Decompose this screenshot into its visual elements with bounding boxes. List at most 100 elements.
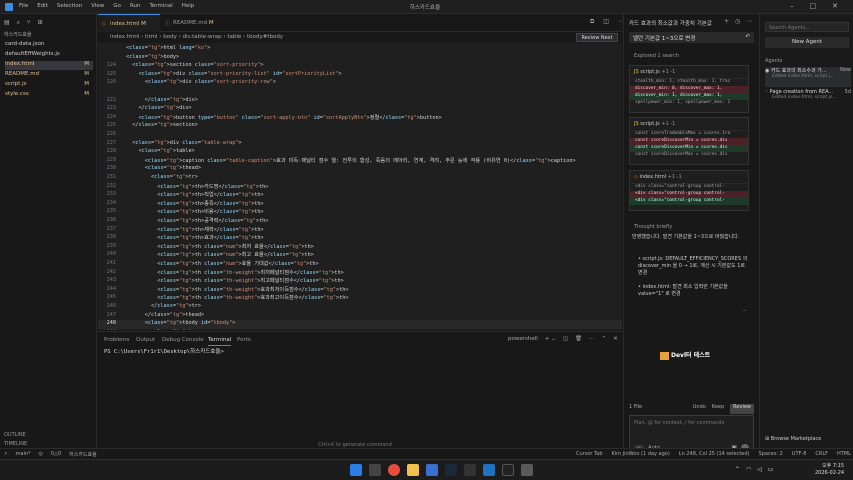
- file-explorer-icon[interactable]: [407, 464, 419, 476]
- tab-ports[interactable]: Ports: [237, 337, 251, 343]
- workspace-name[interactable]: 하스카드효율: [69, 451, 97, 458]
- system-clock[interactable]: 오후 7:15 2026-02-24: [815, 463, 844, 477]
- code-line[interactable]: 124 <class="tg">section class="sort-prio…: [98, 62, 622, 71]
- diff-icon[interactable]: ⧉: [590, 18, 594, 26]
- split-terminal-icon[interactable]: ◫: [563, 336, 568, 342]
- undo-button[interactable]: Undo: [693, 404, 706, 414]
- keep-button[interactable]: Keep: [712, 404, 724, 414]
- tab-readme[interactable]: ⓘ README.md M: [161, 14, 231, 32]
- file-item[interactable]: script.js M: [5, 81, 93, 90]
- cursor-position[interactable]: Ln 248, Col 25 (14 selected): [679, 451, 750, 457]
- menu-go[interactable]: Go: [113, 3, 121, 9]
- code-line[interactable]: 238 <class="tg">th>효과</class="tg">th>: [98, 234, 622, 243]
- code-line[interactable]: 249 <class="tg">tr>: [98, 329, 622, 330]
- files-changed[interactable]: 1 File: [629, 404, 642, 414]
- code-line[interactable]: 240 <class="tg">th class="num">최고 효율</cl…: [98, 251, 622, 260]
- agent-item[interactable]: ◦ Page creation from REA... 5d Edited ind…: [765, 89, 851, 109]
- chrome-icon[interactable]: [388, 464, 400, 476]
- minimize-icon[interactable]: –: [790, 2, 794, 10]
- code-line[interactable]: 246 </class="tg">tr>: [98, 303, 622, 312]
- git-branch[interactable]: main*: [16, 451, 31, 458]
- file-item-active[interactable]: index.html M: [5, 61, 93, 70]
- code-line[interactable]: 229 <class="tg">caption class="table-cap…: [98, 157, 622, 166]
- code-line[interactable]: 247 </class="tg">thead>: [98, 312, 622, 321]
- explorer-folder-name[interactable]: 하스카드효율: [4, 31, 32, 38]
- diff-card-script-1[interactable]: JS script.js +1 -1 stealth_min: 1, steal…: [629, 65, 749, 113]
- code-line[interactable]: 222 </class="tg">div>: [98, 97, 622, 106]
- code-line[interactable]: 126 <class="tg">div class="sort-priority…: [98, 79, 622, 88]
- extensions-icon[interactable]: ⊞: [38, 19, 43, 27]
- undo-icon[interactable]: ↶: [745, 34, 750, 40]
- code-line[interactable]: 233 <class="tg">th>직업</class="tg">th>: [98, 191, 622, 200]
- files-icon[interactable]: ▤: [4, 19, 10, 27]
- store-icon[interactable]: [426, 464, 438, 476]
- source-control-icon[interactable]: ⑂: [27, 19, 31, 27]
- code-line[interactable]: [98, 88, 622, 97]
- menu-run[interactable]: Run: [130, 3, 141, 9]
- code-line[interactable]: 230 <class="tg">thead>: [98, 165, 622, 174]
- code-line[interactable]: 248 <class="tg">tbody id="tbody">: [98, 320, 622, 329]
- file-item[interactable]: card-data.json: [5, 41, 93, 50]
- code-line[interactable]: 234 <class="tg">th>종족</class="tg">th>: [98, 200, 622, 209]
- terminal-prompt[interactable]: PS C:\Users\Fr1r1\Desktop\하스카드효율>: [104, 347, 224, 355]
- battery-icon[interactable]: ▭: [768, 466, 774, 473]
- code-line[interactable]: 232 <class="tg">th>카드명</class="tg">th>: [98, 183, 622, 192]
- wifi-icon[interactable]: ◠: [746, 466, 751, 473]
- language-mode[interactable]: HTML: [837, 451, 851, 457]
- more-icon[interactable]: ⋯: [589, 336, 595, 342]
- code-line[interactable]: 241 <class="tg">th class="num">효율 기대값</c…: [98, 260, 622, 269]
- code-line[interactable]: 243 <class="tg">th class="th-weight">최고페…: [98, 277, 622, 286]
- file-item[interactable]: README.md M: [5, 71, 93, 80]
- close-icon[interactable]: ✕: [832, 2, 838, 10]
- code-line[interactable]: 237 <class="tg">th>체력</class="tg">th>: [98, 226, 622, 235]
- code-line[interactable]: 239 <class="tg">th class="num">최저 효율</cl…: [98, 243, 622, 252]
- menu-file[interactable]: File: [19, 3, 28, 9]
- line-ending[interactable]: CRLF: [815, 451, 828, 457]
- start-icon[interactable]: [350, 464, 362, 476]
- menu-terminal[interactable]: Terminal: [149, 3, 172, 9]
- problems-count[interactable]: 0△0: [51, 451, 61, 458]
- code-line[interactable]: <class="tg">body>: [98, 54, 622, 63]
- app-icon[interactable]: [464, 464, 476, 476]
- more-icon[interactable]: ⋯: [746, 18, 752, 25]
- code-line[interactable]: 223 </class="tg">div>: [98, 105, 622, 114]
- outline-section[interactable]: OUTLINE: [4, 432, 26, 438]
- code-line[interactable]: 242 <class="tg">th class="th-weight">최저페…: [98, 269, 622, 278]
- agent-item[interactable]: ◉ 카드 효과의 최소수과 가... Now Edited index.html,…: [765, 67, 851, 87]
- diff-card-script-2[interactable]: JS script.js +1 -1 const scoreTradeableM…: [629, 117, 749, 165]
- trash-icon[interactable]: 🗑: [575, 336, 582, 342]
- chevron-up-icon[interactable]: ⌃: [735, 466, 740, 473]
- code-line[interactable]: 228 <class="tg">table>: [98, 148, 622, 157]
- code-line[interactable]: 125 <class="tg">div class="sort-priority…: [98, 71, 622, 80]
- steam-icon[interactable]: [445, 464, 457, 476]
- diff-card-index-html[interactable]: ◇ index.html +1 -1 <div class="control-g…: [629, 170, 749, 211]
- more-icon[interactable]: ⋯: [742, 308, 747, 314]
- timeline-section[interactable]: TIMELINE: [4, 441, 27, 447]
- search-icon[interactable]: ⌕: [17, 19, 20, 27]
- terminal-shell[interactable]: powershell: [508, 336, 538, 342]
- maximize-icon[interactable]: □: [810, 2, 817, 10]
- code-line[interactable]: 244 <class="tg">th class="th-weight">효과최…: [98, 286, 622, 295]
- breadcrumb[interactable]: index.html › html › body › div.table-wra…: [110, 34, 283, 40]
- code-editor[interactable]: <class="tg">html lang="ko"> <class="tg">b…: [98, 43, 622, 330]
- code-line[interactable]: 231 <class="tg">tr>: [98, 174, 622, 183]
- terminal-app-icon[interactable]: [521, 464, 533, 476]
- code-line[interactable]: 226: [98, 131, 622, 140]
- browse-marketplace-link[interactable]: ⊞ Browse Marketplace: [765, 436, 821, 442]
- add-terminal-icon[interactable]: + ⌄: [545, 336, 556, 342]
- chat-task-title[interactable]: 밸런 기본값 1~3으로 변경 ↶: [629, 32, 754, 43]
- cursor-tab-status[interactable]: Cursor Tab: [576, 451, 603, 457]
- menu-selection[interactable]: Selection: [57, 3, 82, 9]
- review-button[interactable]: Review: [730, 404, 754, 414]
- menu-edit[interactable]: Edit: [37, 3, 48, 9]
- code-line[interactable]: 225 </class="tg">section>: [98, 122, 622, 131]
- review-next-file-button[interactable]: Review Next File: [576, 33, 618, 49]
- menu-view[interactable]: View: [91, 3, 104, 9]
- tab-output[interactable]: Output: [136, 337, 155, 343]
- tab-index-html[interactable]: ◇ index.html M: [98, 14, 160, 32]
- close-panel-icon[interactable]: ✕: [613, 336, 618, 342]
- add-icon[interactable]: +: [724, 18, 729, 25]
- encoding[interactable]: UTF-8: [792, 451, 807, 457]
- code-line[interactable]: 235 <class="tg">th>비용</class="tg">th>: [98, 208, 622, 217]
- tab-terminal[interactable]: Terminal: [208, 337, 232, 346]
